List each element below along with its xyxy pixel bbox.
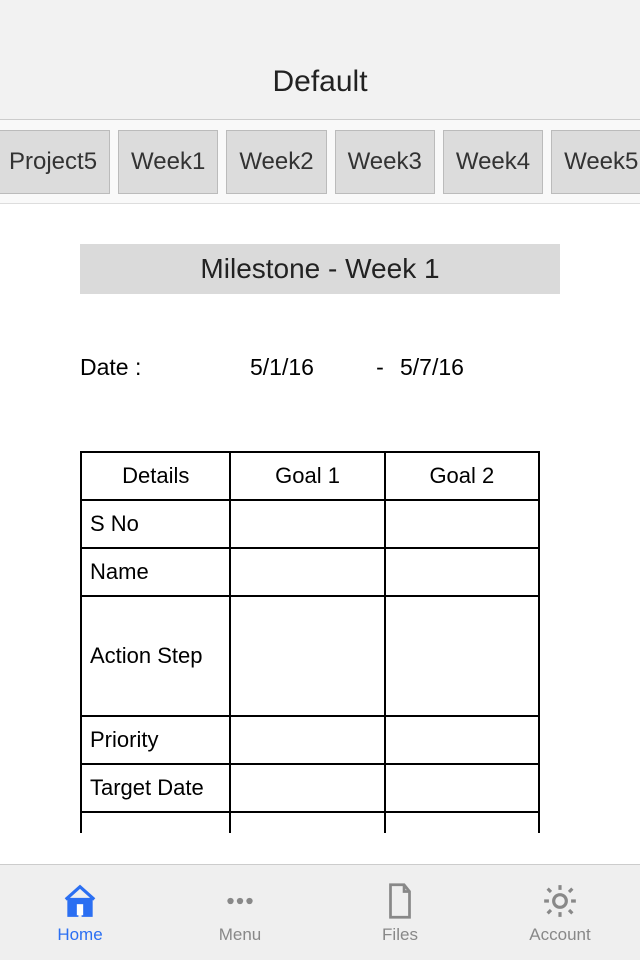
col-header-details: Details xyxy=(81,452,230,500)
cell-goal2[interactable] xyxy=(385,764,539,812)
col-header-goal2: Goal 2 xyxy=(385,452,539,500)
bottom-tabbar: Home Menu Files Account xyxy=(0,864,640,960)
tabbar-item-account[interactable]: Account xyxy=(480,865,640,960)
row-label: Action Step xyxy=(81,596,230,716)
gear-icon xyxy=(540,881,580,921)
date-label: Date : xyxy=(80,354,250,381)
tab-week5[interactable]: Week5 xyxy=(551,130,640,194)
dots-icon xyxy=(220,881,260,921)
row-label: Priority xyxy=(81,716,230,764)
tab-week4[interactable]: Week4 xyxy=(443,130,543,194)
date-end: 5/7/16 xyxy=(400,354,510,381)
cell-goal1[interactable] xyxy=(230,548,384,596)
row-label: Target Date xyxy=(81,764,230,812)
cell-goal1-partial xyxy=(230,812,384,833)
date-start: 5/1/16 xyxy=(250,354,360,381)
date-separator: - xyxy=(360,354,400,381)
cell-goal1[interactable] xyxy=(230,716,384,764)
cell-goal2[interactable] xyxy=(385,596,539,716)
col-header-goal1: Goal 1 xyxy=(230,452,384,500)
date-row: Date : 5/1/16 - 5/7/16 xyxy=(30,354,610,381)
table-row: Name xyxy=(81,548,539,596)
tabstrip[interactable]: Project5 Week1 Week2 Week3 Week4 Week5 xyxy=(0,120,640,204)
row-label: S No xyxy=(81,500,230,548)
tab-week2[interactable]: Week2 xyxy=(226,130,326,194)
content-area: Milestone - Week 1 Date : 5/1/16 - 5/7/1… xyxy=(0,204,640,864)
tabbar-item-menu[interactable]: Menu xyxy=(160,865,320,960)
tab-week3[interactable]: Week3 xyxy=(335,130,435,194)
row-label: Name xyxy=(81,548,230,596)
cell-goal2-partial xyxy=(385,812,539,833)
table-row: Action Step xyxy=(81,596,539,716)
milestone-title: Milestone - Week 1 xyxy=(80,244,560,294)
cell-goal1[interactable] xyxy=(230,764,384,812)
cell-goal2[interactable] xyxy=(385,500,539,548)
page-title: Default xyxy=(272,65,367,99)
row-label-partial xyxy=(81,812,230,833)
header: Default xyxy=(0,0,640,120)
tabbar-label: Home xyxy=(57,925,102,945)
table-row: Priority xyxy=(81,716,539,764)
tabbar-label: Files xyxy=(382,925,418,945)
table-row: Target Date xyxy=(81,764,539,812)
home-icon xyxy=(60,881,100,921)
cell-goal1[interactable] xyxy=(230,596,384,716)
tabbar-label: Menu xyxy=(219,925,262,945)
tabbar-item-home[interactable]: Home xyxy=(0,865,160,960)
cell-goal1[interactable] xyxy=(230,500,384,548)
tabbar-label: Account xyxy=(529,925,590,945)
cell-goal2[interactable] xyxy=(385,716,539,764)
table-header-row: Details Goal 1 Goal 2 xyxy=(81,452,539,500)
cell-goal2[interactable] xyxy=(385,548,539,596)
table-row xyxy=(81,812,539,833)
tabbar-item-files[interactable]: Files xyxy=(320,865,480,960)
tab-project5[interactable]: Project5 xyxy=(0,130,110,194)
tab-week1[interactable]: Week1 xyxy=(118,130,218,194)
file-icon xyxy=(380,881,420,921)
milestone-table: Details Goal 1 Goal 2 S No Name Action S… xyxy=(80,451,540,833)
table-row: S No xyxy=(81,500,539,548)
